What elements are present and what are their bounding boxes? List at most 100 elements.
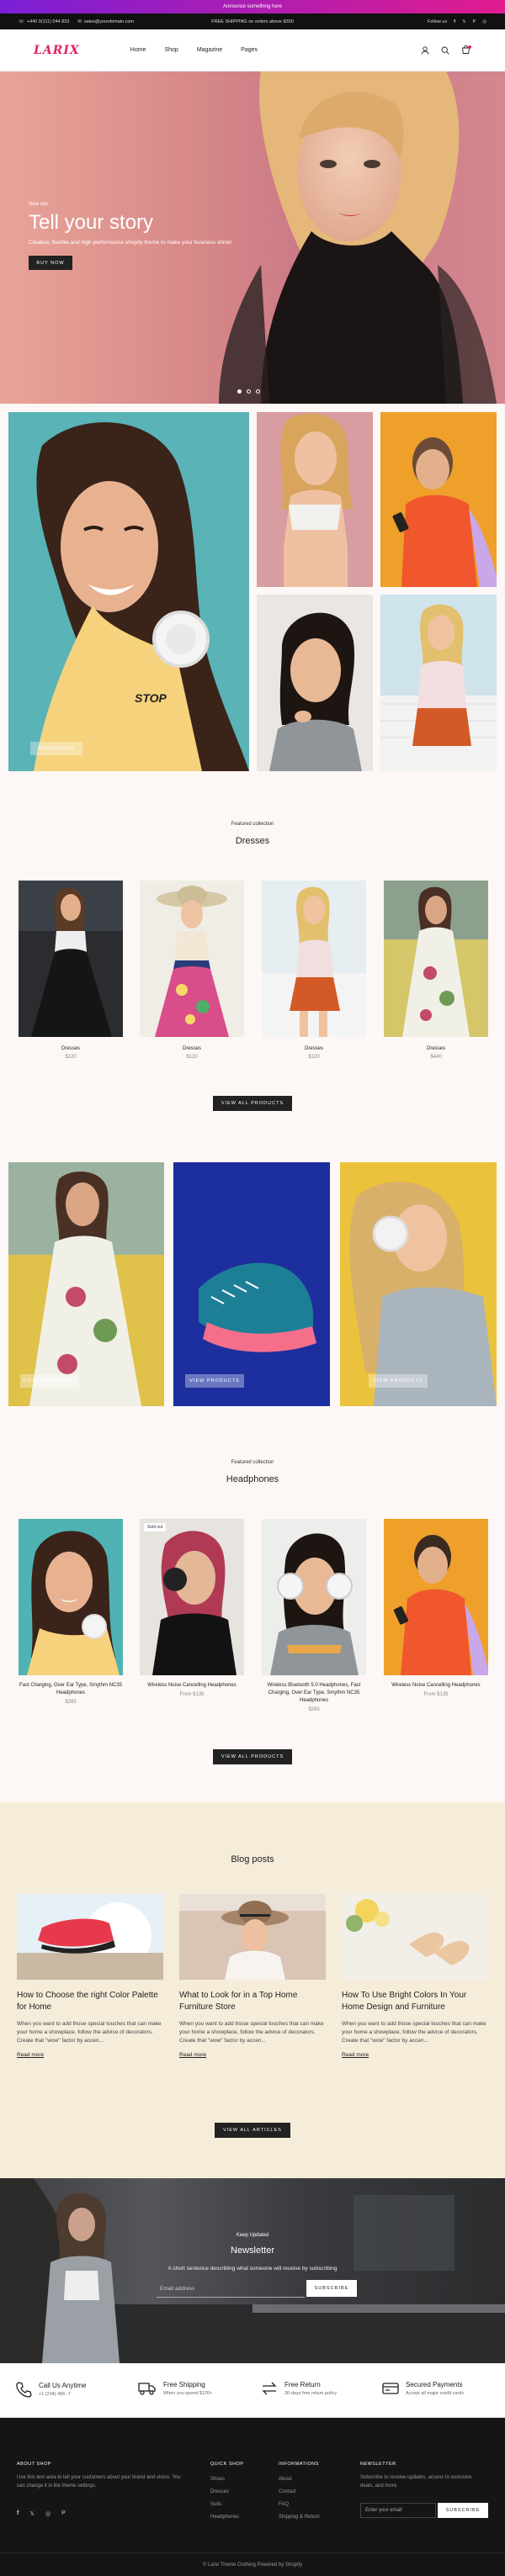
footer-link[interactable]: Contact	[279, 2486, 320, 2499]
product-name[interactable]: Dresses	[19, 1046, 123, 1051]
cart-icon[interactable]	[461, 45, 471, 55]
gallery-tag[interactable]: VIEW PRODUCTS	[369, 1374, 428, 1388]
blog-card[interactable]: What to Look for in a Top Home Furniture…	[179, 1894, 326, 2058]
hero-buy-button[interactable]: BUY NOW	[29, 256, 72, 270]
read-more-link[interactable]: Read more	[17, 2052, 163, 2058]
search-icon[interactable]	[441, 46, 449, 55]
sold-out-badge: Sold out	[144, 1523, 167, 1531]
footer-link[interactable]: FAQ	[279, 2499, 320, 2511]
dress-model-image	[8, 1162, 164, 1406]
product-card[interactable]: Dresses $120	[19, 881, 123, 1060]
gallery-tag[interactable]: VIEW HEADPHONE	[20, 1374, 79, 1388]
footer-link[interactable]: Headphones	[210, 2511, 239, 2524]
gallery-tile[interactable]	[380, 595, 497, 771]
feature-item: Free Return 30-days free return policy	[261, 2381, 337, 2396]
gallery-tile[interactable]	[257, 595, 373, 771]
nav-shop[interactable]: Shop	[164, 47, 178, 53]
product-name[interactable]: Wireless Noise Cancelling Headphones	[384, 1682, 488, 1690]
footer-link[interactable]: About	[279, 2473, 320, 2486]
blog-card[interactable]: How To Use Bright Colors In Your Home De…	[342, 1894, 488, 2058]
footer-info-title: INFORMATIONS	[279, 2462, 319, 2467]
product-price: $120	[186, 1055, 198, 1060]
gallery-tile[interactable]: VIEW PRODUCTS	[340, 1162, 497, 1406]
blog-post-title[interactable]: How To Use Bright Colors In Your Home De…	[342, 1990, 488, 2013]
product-card[interactable]: Wireless Bluetooth 5.0 Headphones, Fast …	[262, 1519, 366, 1712]
footer-link[interactable]: Dresses	[210, 2486, 239, 2499]
view-all-articles-button[interactable]: VIEW ALL ARTICLES	[215, 2123, 290, 2138]
read-more-link[interactable]: Read more	[342, 2052, 488, 2058]
instagram-icon[interactable]: ◎	[482, 19, 486, 24]
view-all-headphones-button[interactable]: VIEW ALL PRODUCTS	[213, 1749, 292, 1764]
newsletter-subscribe-button[interactable]: SUBSCRIBE	[306, 2280, 357, 2297]
gallery-tag[interactable]: HEADPHONE	[30, 742, 82, 755]
phone-icon	[16, 2382, 32, 2398]
footer-link[interactable]: Shoes	[210, 2473, 239, 2486]
product-name[interactable]: Dresses	[384, 1046, 488, 1051]
product-card[interactable]: Dresses $120	[140, 881, 244, 1060]
model-image	[280, 413, 354, 587]
model-image	[269, 612, 362, 771]
facebook-icon[interactable]: f	[17, 2510, 19, 2517]
svg-text:STOP: STOP	[135, 691, 167, 705]
footer-newsletter-text: Subscribe to receive updates, access to …	[360, 2475, 472, 2489]
product-card[interactable]: Wireless Noise Cancelling Headphones Fro…	[384, 1519, 488, 1697]
blog-title: Blog posts	[231, 1854, 274, 1865]
footer-subscribe-button[interactable]: SUBSCRIBE	[438, 2503, 488, 2518]
product-name[interactable]: Fast Charging, Over Ear Type, Smythm NC3…	[19, 1682, 123, 1697]
feature-item: Call Us Anytime +1 (234) 456 -7	[15, 2381, 86, 2398]
slide-dot[interactable]	[256, 389, 260, 394]
gallery-tile[interactable]	[257, 412, 373, 587]
slide-dot[interactable]	[247, 389, 251, 394]
facebook-icon[interactable]: f	[454, 19, 455, 24]
blog-card[interactable]: How to Choose the right Color Palette fo…	[17, 1894, 163, 2058]
twitter-icon[interactable]: 𝕏	[29, 2510, 35, 2517]
product-name[interactable]: Wireless Noise Cancelling Headphones	[140, 1682, 244, 1690]
user-icon[interactable]	[421, 45, 429, 55]
slide-dot[interactable]	[237, 389, 242, 394]
gallery-tag[interactable]: VIEW PRODUCTS	[185, 1374, 244, 1388]
product-name[interactable]: Dresses	[140, 1046, 244, 1051]
product-price: $440	[430, 1055, 442, 1060]
gallery-tile[interactable]: VIEW PRODUCTS	[173, 1162, 330, 1406]
headphones-title: Headphones	[226, 1474, 279, 1484]
product-price: $285	[308, 1707, 320, 1712]
product-card[interactable]: Dresses $120	[262, 881, 366, 1060]
product-card[interactable]: Fast Charging, Over Ear Type, Smythm NC3…	[19, 1519, 123, 1705]
footer-link[interactable]: Suits	[210, 2499, 239, 2511]
footer-email-input[interactable]: Enter your email	[360, 2503, 436, 2518]
newsletter-title: Newsletter	[231, 2245, 274, 2256]
product-card[interactable]: Dresses $440	[384, 881, 488, 1060]
footer-about-title: ABOUT SHOP	[17, 2462, 51, 2467]
product-image	[393, 1535, 488, 1675]
blog-image	[17, 1894, 163, 1980]
read-more-link[interactable]: Read more	[179, 2052, 326, 2058]
product-name[interactable]: Dresses	[262, 1046, 366, 1051]
phone-info[interactable]: ☏ +440 0(111) 044 833	[19, 19, 69, 24]
hero-model-image	[219, 71, 497, 404]
email-info[interactable]: ✉ sales@yourdomain.com	[77, 19, 134, 24]
feature-item: Secured Payments Accept all major credit …	[382, 2381, 464, 2396]
feature-text: 30-days free return policy	[284, 2391, 338, 2396]
blog-post-title[interactable]: How to Choose the right Color Palette fo…	[17, 1990, 163, 2013]
newsletter-email-input[interactable]: Email address	[157, 2279, 305, 2298]
product-card[interactable]: Sold out Wireless Noise Cancelling Headp…	[140, 1519, 244, 1697]
gallery-tile-large[interactable]: STOP HEADPHONE	[8, 412, 249, 771]
pinterest-icon[interactable]: P	[61, 2510, 66, 2517]
nav-pages[interactable]: Pages	[241, 47, 258, 53]
footer-newsletter-title: NEWSLETTER	[360, 2462, 396, 2467]
instagram-icon[interactable]: ◎	[45, 2510, 50, 2517]
logo[interactable]: LARIX	[34, 44, 80, 57]
nav-magazine[interactable]: Magazine	[197, 47, 222, 53]
footer-link[interactable]: Shipping & Return	[279, 2511, 320, 2524]
pinterest-icon[interactable]: P	[473, 19, 476, 24]
product-name[interactable]: Wireless Bluetooth 5.0 Headphones, Fast …	[262, 1682, 366, 1705]
gallery-tile[interactable]	[380, 412, 497, 587]
feature-item: Free Shipping When you spend $120+	[138, 2381, 212, 2396]
twitter-icon[interactable]: 𝕏	[462, 19, 465, 24]
product-price: $120	[308, 1055, 320, 1060]
blog-post-title[interactable]: What to Look for in a Top Home Furniture…	[179, 1990, 326, 2013]
nav-home[interactable]: Home	[130, 47, 146, 53]
gallery-tile[interactable]: VIEW HEADPHONE	[8, 1162, 164, 1406]
headphones-subtitle: Featured collection	[231, 1460, 274, 1465]
view-all-dresses-button[interactable]: VIEW ALL PRODUCTS	[213, 1096, 292, 1111]
